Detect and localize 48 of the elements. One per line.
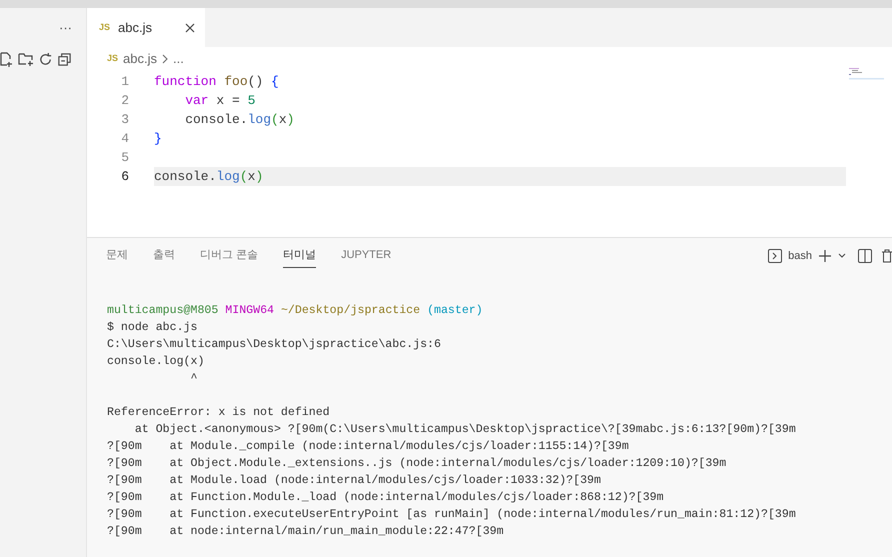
line-number: 1 [120, 73, 129, 91]
js-file-icon: JS [99, 20, 110, 34]
chevron-icon [162, 54, 168, 64]
terminal-icon [768, 249, 782, 263]
tab-label: abc.js [118, 18, 153, 37]
chevron-down-icon[interactable] [838, 253, 846, 259]
panel-tab[interactable]: 문제 [106, 244, 128, 268]
panel-tab[interactable]: JUPYTER [341, 244, 392, 268]
new-folder-icon[interactable] [18, 51, 34, 67]
editor-tab[interactable]: JS abc.js [87, 8, 205, 47]
code-line: console.log(x) [184, 111, 296, 129]
breadcrumb-more[interactable]: ... [172, 49, 184, 69]
terminal-line: ?[90m at Module.load (node:internal/modules/cjs/loader:1033:32)?[39m [107, 473, 601, 489]
terminal-line: console.log(x) [107, 354, 204, 370]
terminal-line: multicampus@M805 MINGW64 ~/Desktop/jspractice (master) [107, 303, 483, 319]
line-number: 6 [120, 168, 129, 186]
terminal-line: ?[90m at Module._compile (node:internal/modules/cjs/loader:1155:14)?[39m [107, 439, 629, 455]
terminal-line: ?[90m at Function.executeUserEntryPoint [as runMain] (node:internal/modules/run_main:81:12)?[39m [107, 507, 796, 523]
line-number: 4 [120, 130, 129, 148]
plus-icon[interactable] [818, 249, 832, 263]
line-number: 2 [120, 92, 129, 110]
code-line: } [154, 130, 163, 148]
more-actions-button[interactable]: ··· [59, 18, 72, 38]
terminal-line: $ node abc.js [107, 320, 198, 336]
panel-tab[interactable]: 디버그 콘솔 [200, 244, 258, 268]
panel-tab[interactable]: 터미널 [283, 244, 316, 268]
trash-icon[interactable] [882, 249, 892, 263]
terminal-line: ReferenceError: x is not defined [107, 405, 330, 421]
split-icon[interactable] [858, 249, 872, 263]
line-number: 3 [120, 111, 129, 129]
terminal-line: ?[90m at Function.Module._load (node:internal/modules/cjs/loader:868:12)?[39m [107, 490, 664, 506]
terminal-line: at Object.<anonymous> ?[90m(C:\Users\multicampus\Desktop\jspractice\?[39mabc.js:6:13?[90m)?[39m [134, 422, 796, 438]
terminal-line: C:\Users\multicampus\Desktop\jspractice\abc.js:6 [107, 337, 441, 353]
close-icon[interactable] [185, 22, 195, 32]
collapse-icon[interactable] [57, 52, 72, 66]
code-line: function foo() { [154, 73, 280, 91]
shell-name[interactable]: bash [788, 248, 812, 264]
panel-tab[interactable]: 출력 [153, 244, 175, 268]
line-number: 5 [120, 149, 129, 167]
refresh-icon[interactable] [38, 52, 53, 66]
terminal-line: ^ [189, 371, 198, 387]
new-file-icon[interactable] [0, 51, 14, 67]
code-line: var x = 5 [184, 92, 256, 110]
breadcrumb-file[interactable]: abc.js [123, 49, 157, 69]
terminal-line: ?[90m at Object.Module._extensions..js (node:internal/modules/cjs/loader:1209:10)?[39m [107, 456, 726, 472]
js-file-icon: JS [107, 52, 118, 66]
minimap-drawing [848, 67, 884, 81]
terminal-line: ?[90m at node:internal/main/run_main_module:22:47?[39m [107, 524, 504, 540]
